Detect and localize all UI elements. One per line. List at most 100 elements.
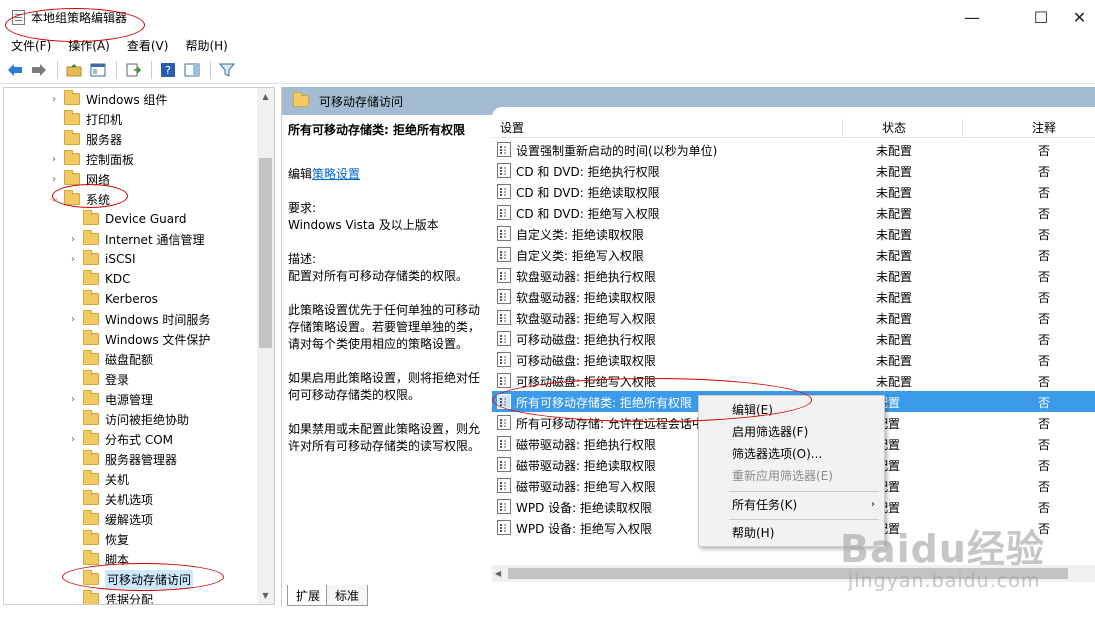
action-pane-icon[interactable] [181, 59, 203, 81]
filter-icon[interactable] [216, 59, 238, 81]
chevron-right-icon[interactable]: › [67, 434, 79, 445]
column-divider[interactable] [962, 119, 963, 138]
column-header-setting[interactable]: 设置 [500, 119, 524, 138]
tree-item[interactable]: › Windows 组件 [48, 89, 167, 109]
scroll-down-icon[interactable]: ▼ [257, 587, 274, 604]
tree-item[interactable]: Device Guard [67, 209, 186, 229]
close-button[interactable]: ✕ [1064, 0, 1095, 34]
policy-setting-icon [497, 163, 511, 178]
folder-icon [83, 550, 99, 565]
table-row[interactable]: CD 和 DVD: 拒绝读取权限 未配置 否 [492, 181, 1095, 202]
context-menu-filter-options[interactable]: 筛选器选项(O)... [700, 443, 883, 465]
folder-icon [83, 450, 99, 465]
row-setting-name: CD 和 DVD: 拒绝执行权限 [516, 165, 660, 179]
context-menu-enable-filter[interactable]: 启用筛选器(F) [700, 421, 883, 443]
console-tree-icon[interactable] [87, 59, 109, 81]
scroll-thumb[interactable] [259, 158, 272, 348]
table-row[interactable]: 可移动磁盘: 拒绝执行权限 未配置 否 [492, 328, 1095, 349]
scroll-up-icon[interactable]: ▲ [257, 88, 274, 105]
policy-setting-icon [497, 457, 511, 472]
folder-icon [83, 230, 99, 245]
chevron-right-icon[interactable]: › [48, 174, 60, 185]
svg-text:?: ? [165, 64, 171, 77]
menu-help[interactable]: 帮助(H) [179, 34, 233, 56]
chevron-right-icon[interactable]: › [48, 94, 60, 105]
row-state: 未配置 [876, 354, 913, 368]
table-row[interactable]: 自定义类: 拒绝读取权限 未配置 否 [492, 223, 1095, 244]
tree-vertical-scrollbar[interactable]: ▲ ▼ [257, 88, 274, 604]
folder-icon [83, 390, 99, 405]
chevron-right-icon[interactable]: › [67, 394, 79, 405]
tree-item[interactable]: 缓解选项 [67, 509, 153, 529]
chevron-right-icon[interactable]: › [67, 234, 79, 245]
tree-item-label: Windows 文件保护 [105, 332, 211, 347]
policy-setting-icon [497, 520, 511, 535]
tree-item[interactable]: 关机选项 [67, 489, 153, 509]
tree-item[interactable]: 服务器管理器 [67, 449, 177, 469]
table-row[interactable]: 可移动磁盘: 拒绝读取权限 未配置 否 [492, 349, 1095, 370]
row-state: 未配置 [876, 249, 913, 263]
console-tree[interactable]: › Windows 组件 打印机 服务器 › 控制面板 › 网络 ⌵ 系统 Device Guard… [3, 87, 275, 605]
tree-item[interactable]: › 控制面板 [48, 149, 134, 169]
tree-item[interactable]: 登录 [67, 369, 129, 389]
table-row[interactable]: 设置强制重新启动的时间(以秒为单位) 未配置 否 [492, 139, 1095, 160]
folder-icon [83, 310, 99, 325]
tab-extended[interactable]: 扩展 [287, 585, 330, 606]
tab-standard[interactable]: 标准 [326, 585, 369, 606]
tree-item[interactable]: 磁盘配额 [67, 349, 153, 369]
column-divider[interactable] [842, 119, 843, 138]
table-row[interactable]: CD 和 DVD: 拒绝写入权限 未配置 否 [492, 202, 1095, 223]
table-row[interactable]: CD 和 DVD: 拒绝执行权限 未配置 否 [492, 160, 1095, 181]
tree-item[interactable]: 恢复 [67, 529, 129, 549]
back-arrow-icon[interactable] [4, 59, 26, 81]
row-note: 否 [1038, 165, 1051, 179]
row-state: 未配置 [876, 375, 913, 389]
tree-item[interactable]: 服务器 [48, 129, 122, 149]
chevron-right-icon[interactable]: › [48, 154, 60, 165]
chevron-right-icon[interactable]: › [67, 314, 79, 325]
column-header-status[interactable]: 状态 [882, 119, 906, 138]
edit-policy-link[interactable]: 策略设置 [312, 167, 360, 181]
folder-icon [83, 530, 99, 545]
row-note: 否 [1038, 291, 1051, 305]
title-bar: 本地组策略编辑器 — ☐ ✕ [0, 0, 1095, 34]
row-setting-name: WPD 设备: 拒绝读取权限 [516, 501, 653, 515]
minimize-button[interactable]: — [949, 0, 995, 34]
tree-item[interactable]: › 分布式 COM [67, 429, 173, 449]
table-row[interactable]: 软盘驱动器: 拒绝读取权限 未配置 否 [492, 286, 1095, 307]
table-row[interactable]: 自定义类: 拒绝写入权限 未配置 否 [492, 244, 1095, 265]
row-state: 未配置 [876, 270, 913, 284]
tree-item[interactable]: 访问被拒绝协助 [67, 409, 189, 429]
tree-item[interactable]: 打印机 [48, 109, 122, 129]
tree-item[interactable]: Windows 文件保护 [67, 329, 210, 349]
toolbar-separator [151, 60, 152, 79]
tree-item[interactable]: 关机 [67, 469, 129, 489]
row-note: 否 [1038, 207, 1051, 221]
watermark-sub: jingyan.baidu.com [848, 570, 1041, 592]
table-row[interactable]: 软盘驱动器: 拒绝执行权限 未配置 否 [492, 265, 1095, 286]
tree-item[interactable]: › Windows 时间服务 [67, 309, 210, 329]
chevron-right-icon[interactable]: › [67, 254, 79, 265]
column-header-note[interactable]: 注释 [1032, 119, 1056, 138]
maximize-button[interactable]: ☐ [1018, 0, 1064, 34]
help-icon[interactable]: ? [157, 59, 179, 81]
forward-arrow-icon[interactable] [28, 59, 50, 81]
tree-item[interactable]: › 电源管理 [67, 389, 153, 409]
tree-item[interactable]: › iSCSI [67, 249, 136, 269]
export-list-icon[interactable] [122, 59, 144, 81]
tree-item[interactable]: Kerberos [67, 289, 158, 309]
row-note: 否 [1038, 480, 1051, 494]
table-row[interactable]: 软盘驱动器: 拒绝写入权限 未配置 否 [492, 307, 1095, 328]
description-label: 描述: [288, 252, 317, 266]
baidu-watermark: Baidu经验 jingyan.baidu.com [836, 502, 1056, 612]
folder-icon [83, 590, 99, 604]
tree-item[interactable]: › Internet 通信管理 [67, 229, 204, 249]
row-state: 未配置 [876, 144, 913, 158]
folder-icon [64, 150, 80, 165]
folder-icon [83, 510, 99, 525]
tree-item[interactable]: KDC [67, 269, 131, 289]
tree-item[interactable]: 凭据分配 [67, 589, 153, 604]
up-folder-icon[interactable] [63, 59, 85, 81]
menu-view[interactable]: 查看(V) [121, 34, 175, 56]
scroll-left-icon[interactable]: ◀ [495, 565, 501, 582]
